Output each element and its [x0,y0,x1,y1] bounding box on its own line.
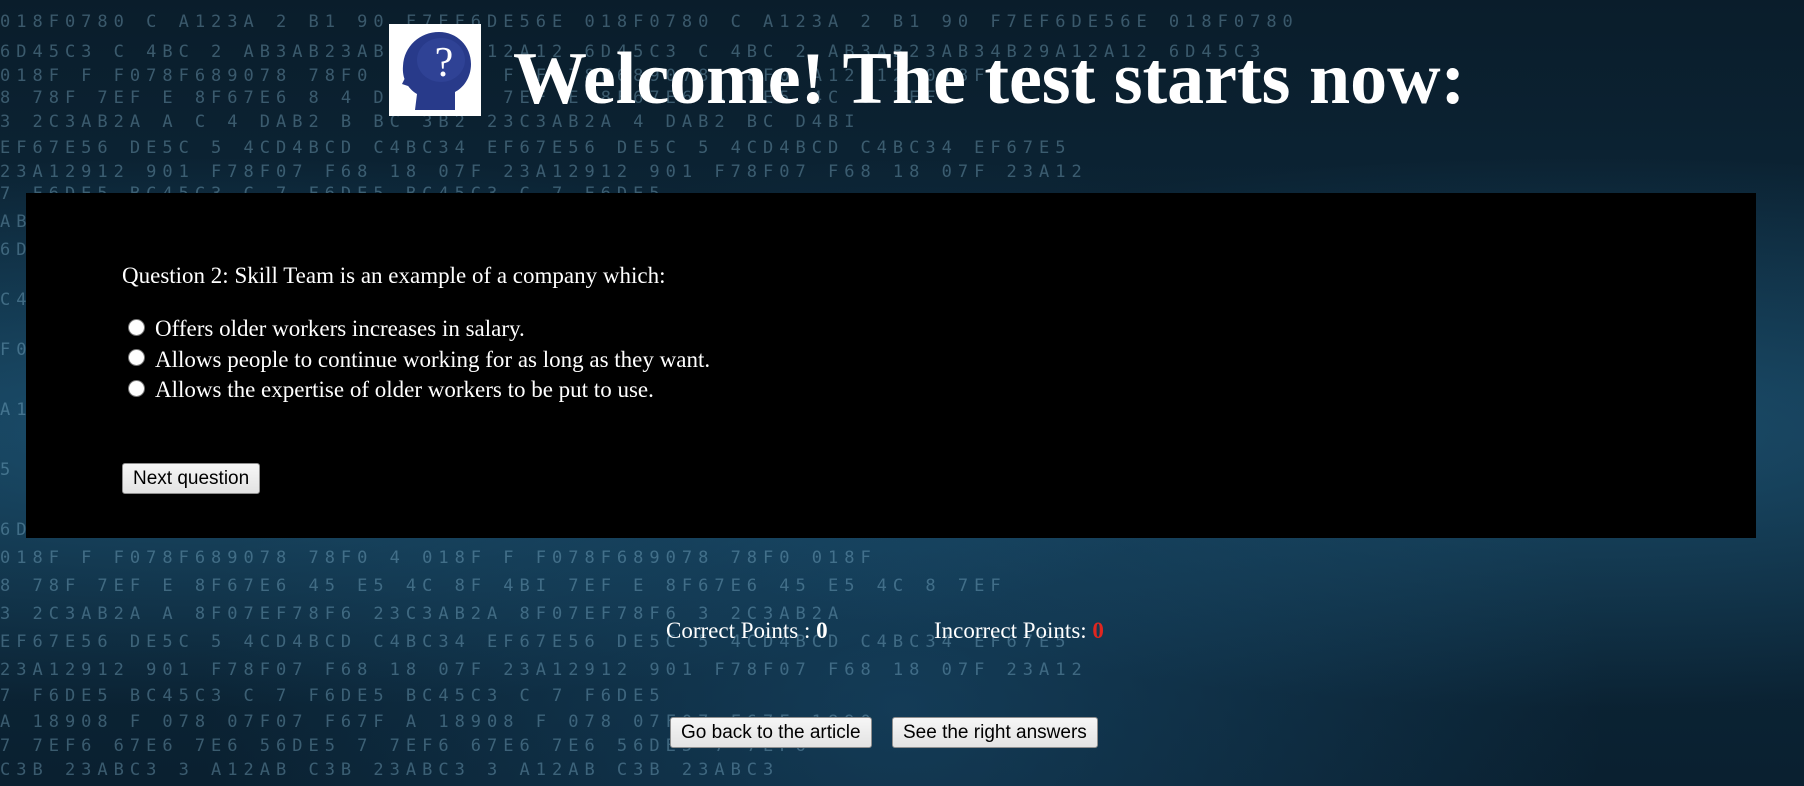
answer-radio-1[interactable] [128,318,145,336]
incorrect-points-value: 0 [1092,618,1104,643]
answer-radio-2[interactable] [128,349,145,367]
incorrect-points-label: Incorrect Points: [934,618,1093,643]
back-to-article-button[interactable]: Go back to the article [670,717,872,748]
answer-radio-3[interactable] [128,379,145,397]
see-right-answers-button[interactable]: See the right answers [892,717,1098,748]
correct-points-label: Correct Points : [666,618,817,643]
incorrect-points: Incorrect Points: 0 [934,618,1104,644]
head-question-mark-icon: ? [389,24,481,116]
answer-label-2: Allows people to continue working for as… [155,346,711,372]
next-question-button[interactable]: Next question [122,463,261,494]
answer-option[interactable]: Allows people to continue working for as… [128,345,710,376]
answer-label-1: Offers older workers increases in salary… [155,316,525,342]
correct-points-value: 0 [816,618,828,643]
logo-question-glyph: ? [435,40,454,86]
quiz-panel: Question 2: Skill Team is an example of … [26,193,1756,538]
correct-points: Correct Points : 0 [666,618,828,644]
answer-option[interactable]: Allows the expertise of older workers to… [128,375,710,406]
page-header: ? Welcome! The test starts now: [0,22,1804,122]
page-title: Welcome! The test starts now: [513,38,1466,120]
score-area: Correct Points : 0 Incorrect Points: 0 [0,618,1804,648]
answer-option[interactable]: Offers older workers increases in salary… [128,314,710,345]
answer-options: Offers older workers increases in salary… [128,314,710,406]
question-text: Question 2: Skill Team is an example of … [122,263,666,288]
answer-label-3: Allows the expertise of older workers to… [155,377,654,403]
